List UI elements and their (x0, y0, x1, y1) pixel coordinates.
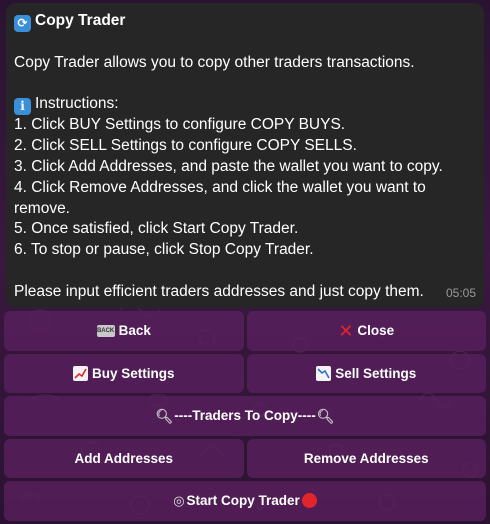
keyboard-row: Buy Settings Sell Settings (4, 353, 486, 393)
add-addresses-button[interactable]: Add Addresses (4, 438, 244, 478)
keyboard-row: Add Addresses Remove Addresses (4, 438, 486, 478)
remove-addresses-label: Remove Addresses (303, 450, 429, 466)
start-copy-trader-label: Start Copy Trader (186, 493, 300, 509)
instruction-step: 3. Click Add Addresses, and paste the wa… (14, 157, 443, 175)
repeat-icon: ⟳ (14, 15, 31, 32)
instruction-step: remove. (14, 199, 70, 217)
message-title: Copy Trader (35, 12, 126, 29)
start-copy-trader-button[interactable]: ◎ Start Copy Trader (4, 481, 486, 521)
back-label: Back (118, 323, 151, 339)
instructions-header: Instructions: (35, 95, 119, 113)
sell-settings-button[interactable]: Sell Settings (246, 353, 486, 393)
target-icon: ◎ (173, 493, 185, 509)
back-button[interactable]: BACK Back (4, 311, 244, 351)
close-button[interactable]: ✕ Close (246, 311, 486, 351)
message-time: 05:05 (445, 286, 476, 301)
close-label: Close (357, 323, 395, 339)
keyboard-row: BACK Back ✕ Close (4, 311, 486, 351)
message-footer: Please input efficient traders addresses… (14, 282, 424, 300)
info-icon: i (14, 98, 31, 116)
back-arrow-icon: BACK (96, 324, 115, 337)
instructions-header-line: i Instructions: (14, 94, 476, 116)
sell-settings-label: Sell Settings (335, 365, 417, 381)
instruction-step: 1. Click BUY Settings to configure COPY … (14, 116, 346, 134)
add-addresses-label: Add Addresses (74, 450, 174, 466)
chart-increasing-icon (72, 365, 88, 381)
instruction-step: 5. Once satisfied, click Start Copy Trad… (14, 220, 299, 238)
bot-message: ⟳ Copy Trader Copy Trader allows you to c… (6, 3, 484, 308)
buy-settings-button[interactable]: Buy Settings (4, 353, 244, 393)
chart-decreasing-icon (316, 365, 332, 381)
instruction-step: 4. Click Remove Addresses, and click the… (14, 178, 426, 196)
red-circle-icon (301, 493, 317, 509)
traders-to-copy-label: ----Traders To Copy---- (174, 408, 316, 424)
magnifier-icon: 🔍︎ (316, 407, 335, 424)
keyboard-row: ◎ Start Copy Trader (4, 481, 486, 521)
instruction-step: 2. Click SELL Settings to configure COPY… (14, 137, 357, 155)
traders-to-copy-button[interactable]: 🔍︎ ----Traders To Copy---- 🔍︎ (4, 396, 486, 436)
magnifier-icon: 🔍︎ (155, 407, 174, 424)
keyboard-row: 🔍︎ ----Traders To Copy---- 🔍︎ (4, 396, 486, 436)
close-icon: ✕ (338, 320, 354, 341)
instruction-step: 6. To stop or pause, click Stop Copy Tra… (14, 241, 314, 259)
buy-settings-label: Buy Settings (91, 365, 175, 381)
inline-keyboard: BACK Back ✕ Close Buy Settings Sell Sett… (4, 311, 486, 524)
message-title-line: ⟳ Copy Trader (14, 11, 476, 32)
remove-addresses-button[interactable]: Remove Addresses (246, 438, 486, 478)
message-intro: Copy Trader allows you to copy other tra… (14, 53, 415, 71)
